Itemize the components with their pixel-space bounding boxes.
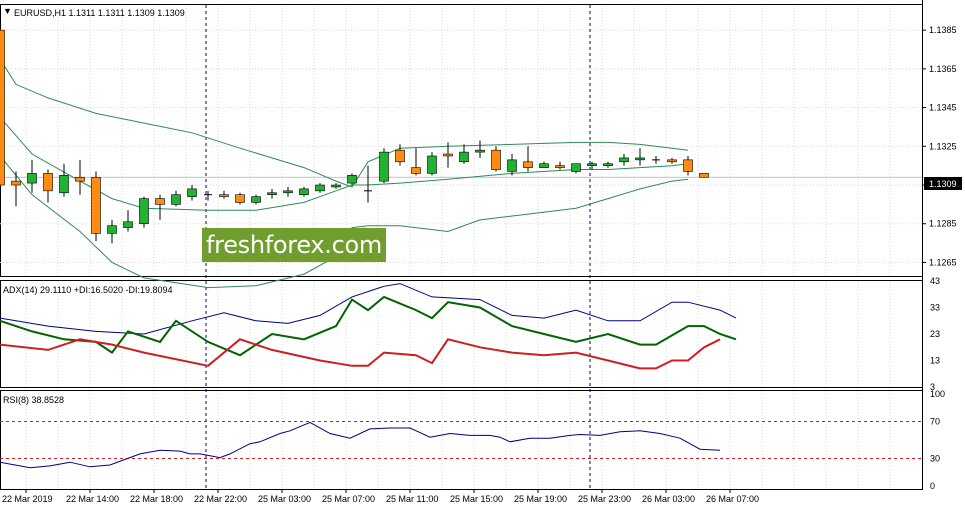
candle [235,192,245,205]
candle-body-bull [267,192,277,195]
candle-body-bull [187,188,197,197]
candle-body-bull [315,184,325,192]
candle-body-bull [507,159,517,172]
x-tick-25mar-1100: 25 Mar 11:00 [386,494,438,504]
candle-body-bull [283,190,293,194]
price-pane-title: EURUSD,H1 1.1311 1.1311 1.1309 1.1309 [14,8,185,18]
candle-body-bear [91,176,101,234]
candle-body-bull [539,163,549,168]
candle-body-bear [555,165,565,168]
x-tick-25mar-0300: 25 Mar 03:00 [258,494,311,504]
candle [491,146,501,172]
x-tick-22mar-1800: 22 Mar 18:00 [130,494,183,504]
candle-body-bull [171,194,181,205]
price-axis-label: 1.1325 [929,141,957,151]
candle-body-bull [107,225,117,234]
candle-body-bull [379,151,389,182]
candle-body-bull [299,188,309,195]
price-pane[interactable] [0,4,923,277]
price-axis-label: 1.1285 [929,219,957,229]
rsi-pane[interactable] [0,390,923,490]
rsi-axis-label: 0 [930,481,935,491]
candle [699,173,709,178]
candle [0,22,5,195]
x-tick-26mar-0700: 26 Mar 07:00 [706,494,759,504]
rsi-axis-label: 100 [930,389,945,399]
rsi-pane-title: RSI(8) 38.8528 [3,395,64,405]
x-tick-22mar2019: 22 Mar 2019 [2,494,53,504]
candle-body-bear [667,159,677,163]
x-tick-25mar-1900: 25 Mar 19:00 [514,494,567,504]
x-tick-25mar-0700: 25 Mar 07:00 [322,494,375,504]
adx-axis-label: 43 [930,276,940,286]
adx-axis-label: 23 [930,329,940,339]
candle-body-bear [395,149,405,163]
candle-body-bull [427,155,437,174]
candle-body-bull [635,157,645,161]
x-tick-25mar-1500: 25 Mar 15:00 [450,494,503,504]
price-axis-label: 1.1265 [929,257,957,267]
candle-body-bear [491,149,501,170]
price-axis-label: 1.1365 [929,64,957,74]
candle-body-bull [475,149,485,153]
symbol-menu-arrow-icon[interactable]: ▼ [3,6,12,16]
candle-body-bull [587,163,597,166]
candle-body-bull [251,196,261,203]
candle-body-bull [27,173,37,184]
candle [379,148,389,184]
x-tick-22mar-1400: 22 Mar 14:00 [66,494,119,504]
candle-body-bull [459,151,469,163]
freshforex-watermark: freshforex.com [202,228,386,262]
price-axis-label: 1.1345 [929,103,957,113]
candle-body-bull [59,175,69,194]
x-tick-25mar-2300: 25 Mar 23:00 [578,494,631,504]
candle-body-bull [571,163,581,172]
candle-body-bear [155,198,165,205]
price-axis-label: 1.1385 [929,25,957,35]
candle-body-bear [11,180,21,186]
candle-body-bear [235,194,245,203]
adx-axis-label: 33 [930,303,940,313]
candle-body-bull [139,198,149,225]
candle-body-bear [0,29,5,186]
candle-body-bear [699,173,709,178]
adx-axis-label: 13 [930,356,940,366]
candle-body-bull [603,163,613,166]
candle-body-bull [347,175,357,184]
chart-window[interactable]: 1.13851.13651.13451.13251.13051.12851.12… [0,0,965,513]
candle [139,196,149,228]
candle-body-bear [75,176,85,182]
chart-canvas[interactable]: 1.13851.13651.13451.13251.13051.12851.12… [0,0,965,513]
candle-body-bear [683,159,693,172]
rsi-axis-label: 30 [930,453,940,463]
x-tick-26mar-0300: 26 Mar 03:00 [642,494,695,504]
x-tick-22mar-2200: 22 Mar 22:00 [194,494,247,504]
current-price-label: 1.1309 [929,179,957,189]
candle [347,173,357,186]
candle-body-bull [123,221,133,228]
candle-body-bear [443,153,453,157]
candle-body-bear [43,173,53,192]
candle-body-bear [523,161,533,168]
candle-body-bear [411,167,421,174]
candle-body-bear [219,194,229,197]
rsi-axis-label: 70 [930,417,940,427]
adx-pane-title: ADX(14) 29.1110 +DI:16.5020 -DI:19.8094 [3,285,173,295]
candle-body-bull [619,157,629,163]
candle-body-bull [331,184,341,188]
candle [91,171,101,242]
